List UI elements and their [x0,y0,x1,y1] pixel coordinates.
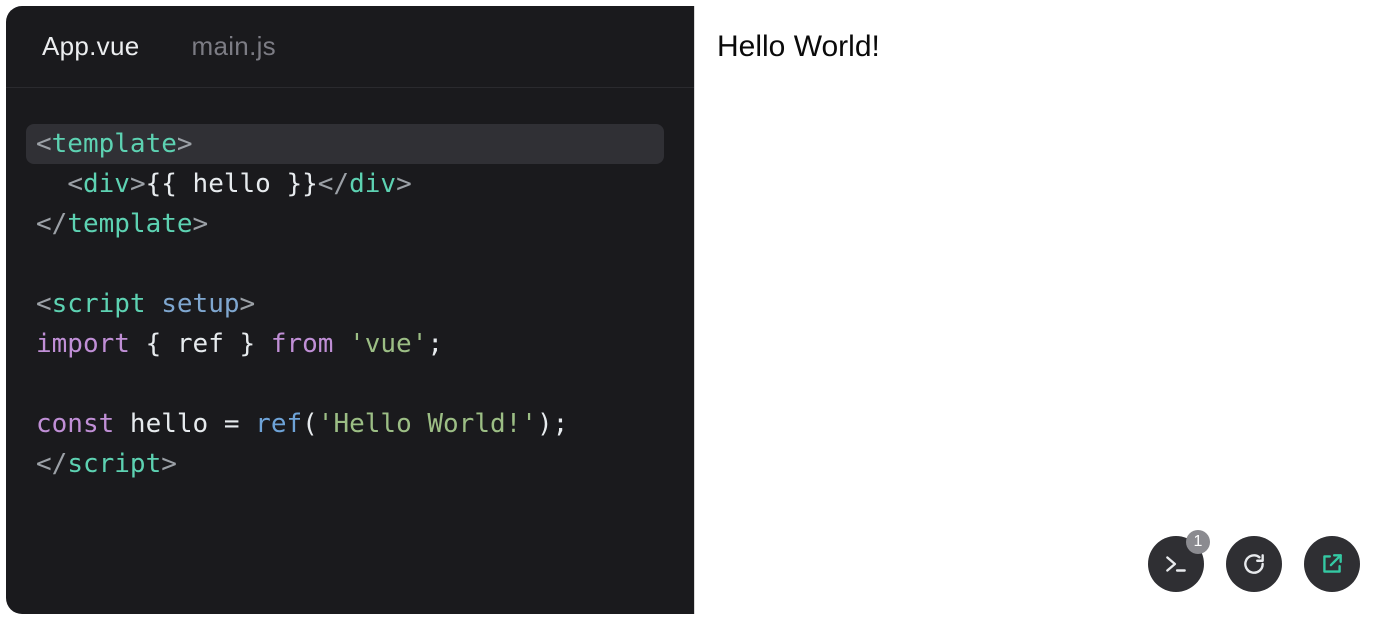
console-badge: 1 [1186,530,1210,554]
editor-pane: App.vue main.js <template> <div>{{ hello… [6,6,694,614]
open-new-tab-button[interactable] [1304,536,1360,592]
refresh-icon [1241,551,1267,577]
code-line: const hello = ref('Hello World!'); [36,409,568,439]
tab-main-js[interactable]: main.js [192,31,276,62]
code-line: <div>{{ hello }}</div> [36,169,412,199]
preview-pane: Hello World! 1 [694,6,1382,614]
preview-controls: 1 [1148,536,1360,592]
file-tabs: App.vue main.js [6,6,694,88]
preview-output: Hello World! [717,30,880,64]
code-line: </script> [36,449,177,479]
code-editor[interactable]: <template> <div>{{ hello }}</div> </temp… [6,88,694,614]
code-line: import { ref } from 'vue'; [36,329,443,359]
code-line: </template> [36,209,208,239]
code-line: <script setup> [36,289,255,319]
external-link-icon [1319,551,1345,577]
refresh-button[interactable] [1226,536,1282,592]
code-line-highlighted: <template> [26,124,664,164]
console-button[interactable]: 1 [1148,536,1204,592]
terminal-icon [1163,551,1189,577]
tab-app-vue[interactable]: App.vue [42,31,140,62]
playground-frame: App.vue main.js <template> <div>{{ hello… [6,6,1382,614]
